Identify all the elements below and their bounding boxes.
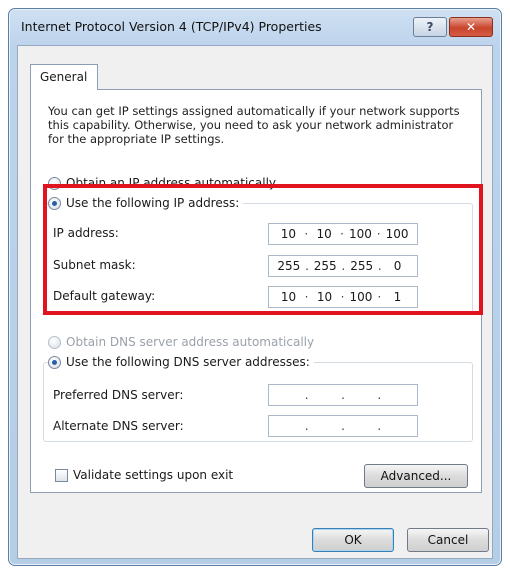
radio-icon — [48, 335, 61, 349]
ip-separator: . — [305, 259, 309, 273]
validate-settings-label: Validate settings upon exit — [73, 468, 234, 482]
subnet-mask-label: Subnet mask: — [53, 258, 136, 272]
ip-octet: 100 — [348, 227, 372, 241]
ip-separator: . — [341, 388, 345, 402]
title-bar[interactable]: Internet Protocol Version 4 (TCP/IPv4) P… — [9, 9, 501, 43]
ip-separator: . — [341, 259, 346, 273]
ip-separator: · — [377, 290, 382, 304]
cancel-button[interactable]: Cancel — [407, 528, 489, 552]
alternate-dns-input[interactable]: . . . — [268, 415, 418, 437]
ip-separator: . — [304, 388, 309, 402]
ip-octet: 10 — [316, 290, 333, 304]
general-tab-panel: You can get IP settings assigned automat… — [30, 89, 482, 493]
ip-octet: 255 — [350, 259, 374, 273]
use-following-ip-radio[interactable]: Use the following IP address: — [48, 196, 244, 210]
window-title: Internet Protocol Version 4 (TCP/IPv4) P… — [21, 19, 322, 34]
ok-button[interactable]: OK — [312, 528, 394, 552]
ip-address-label: IP address: — [53, 226, 119, 240]
close-icon: ✕ — [465, 20, 477, 34]
ip-address-input[interactable]: 10 · 10 · 100 · 100 — [268, 223, 418, 245]
ip-octet: 100 — [349, 290, 373, 304]
ip-separator: · — [376, 227, 381, 241]
ip-separator: · — [304, 227, 309, 241]
obtain-dns-auto-label: Obtain DNS server address automatically — [66, 335, 315, 349]
obtain-dns-auto-radio[interactable]: Obtain DNS server address automatically — [48, 335, 314, 349]
preferred-dns-label: Preferred DNS server: — [53, 388, 184, 402]
dialog-window: Internet Protocol Version 4 (TCP/IPv4) P… — [8, 8, 502, 566]
ip-octet: 255 — [277, 259, 301, 273]
ip-separator: . — [304, 419, 309, 433]
ip-separator: . — [377, 259, 382, 273]
use-following-ip-label: Use the following IP address: — [66, 196, 240, 210]
obtain-ip-auto-label: Obtain an IP address automatically — [66, 176, 277, 190]
ip-separator: · — [304, 290, 309, 304]
radio-icon — [48, 176, 61, 190]
ip-octet: 1 — [393, 290, 402, 304]
use-following-dns-radio[interactable]: Use the following DNS server addresses: — [48, 355, 314, 369]
obtain-ip-auto-radio[interactable]: Obtain an IP address automatically — [48, 176, 276, 190]
ip-octet: 0 — [393, 259, 402, 273]
tab-general[interactable]: General — [30, 64, 98, 90]
advanced-button[interactable]: Advanced... — [364, 464, 468, 488]
ip-separator: · — [340, 290, 345, 304]
radio-checked-icon — [48, 355, 61, 369]
ip-separator: . — [341, 419, 345, 433]
ip-separator: · — [340, 227, 344, 241]
ip-octet: 100 — [385, 227, 409, 241]
checkbox-unchecked-icon — [55, 468, 68, 482]
dialog-client-area: General You can get IP settings assigned… — [17, 45, 493, 559]
preferred-dns-input[interactable]: . . . — [268, 384, 418, 406]
ip-octet: 10 — [316, 227, 332, 241]
alternate-dns-label: Alternate DNS server: — [53, 419, 184, 433]
ip-octet: 10 — [280, 290, 297, 304]
default-gateway-input[interactable]: 10 · 10 · 100 · 1 — [268, 286, 418, 308]
intro-text: You can get IP settings assigned automat… — [48, 104, 460, 146]
validate-settings-checkbox[interactable]: Validate settings upon exit — [55, 468, 233, 482]
close-button[interactable]: ✕ — [449, 17, 493, 37]
subnet-mask-input[interactable]: 255 . 255 . 255 . 0 — [268, 255, 418, 277]
default-gateway-label: Default gateway: — [53, 289, 156, 303]
help-button[interactable]: ? — [413, 17, 447, 37]
ip-octet: 255 — [313, 259, 337, 273]
ip-octet: 10 — [280, 227, 297, 241]
help-icon: ? — [426, 20, 434, 34]
ip-separator: . — [377, 388, 382, 402]
use-following-dns-label: Use the following DNS server addresses: — [66, 355, 310, 369]
radio-checked-icon — [48, 196, 61, 210]
ip-separator: . — [377, 419, 382, 433]
